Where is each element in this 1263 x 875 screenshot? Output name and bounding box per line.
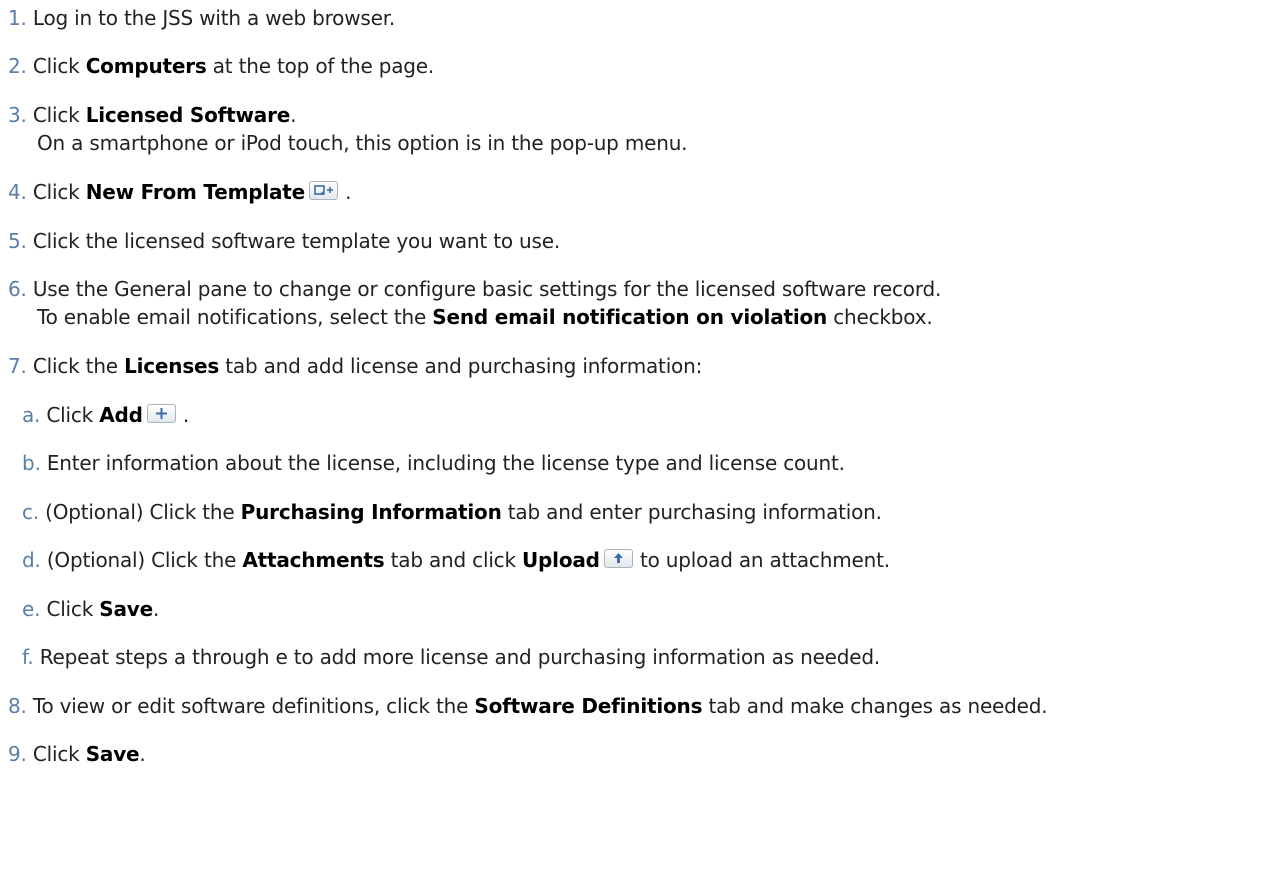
- substep-letter: f.: [22, 645, 34, 669]
- upload-arrow-icon: [603, 549, 633, 568]
- substep-letter: b.: [22, 451, 41, 475]
- step-number: 2.: [8, 54, 27, 78]
- step-text: checkbox.: [827, 305, 933, 329]
- step-1: 1. Log in to the JSS with a web browser.: [8, 4, 395, 32]
- step-8: 8. To view or edit software definitions,…: [8, 692, 1048, 720]
- step-number: 5.: [8, 229, 27, 253]
- step-text: Click: [32, 103, 86, 127]
- step-7: 7. Click the Licenses tab and add licens…: [8, 352, 702, 380]
- substep-letter: c.: [22, 500, 39, 524]
- step-text: Use the General pane to change or config…: [32, 277, 942, 301]
- procedure-document: 1. Log in to the JSS with a web browser.…: [0, 0, 1263, 875]
- step-number: 4.: [8, 180, 27, 204]
- step-5: 5. Click the licensed software template …: [8, 227, 560, 255]
- step-3-note: On a smartphone or iPod touch, this opti…: [37, 131, 688, 155]
- step-9: 9. Click Save.: [8, 740, 146, 768]
- substep-c: c. (Optional) Click the Purchasing Infor…: [22, 498, 882, 526]
- step-3: 3. Click Licensed Software.: [8, 101, 296, 129]
- step-number: 3.: [8, 103, 27, 127]
- substep-letter: a.: [22, 403, 41, 427]
- add-plus-icon: [146, 404, 176, 423]
- step-text: tab and add license and purchasing infor…: [219, 354, 703, 378]
- step-text: (Optional) Click the: [45, 500, 241, 524]
- step-text: Repeat steps a through e to add more lic…: [39, 645, 881, 669]
- substep-letter: e.: [22, 597, 41, 621]
- step-number: 1.: [8, 6, 27, 30]
- step-text: Click the: [32, 354, 125, 378]
- ui-term-upload: Upload: [522, 548, 600, 572]
- step-text: .: [139, 742, 146, 766]
- step-4: 4. Click New From Template .: [8, 178, 352, 206]
- ui-term-software-definitions: Software Definitions: [474, 694, 703, 718]
- step-text: To enable email notifications, select th…: [37, 305, 433, 329]
- step-text: Enter information about the license, inc…: [46, 451, 845, 475]
- step-text: Click: [46, 403, 100, 427]
- ui-term-licensed-software: Licensed Software: [85, 103, 291, 127]
- step-text: at the top of the page.: [206, 54, 435, 78]
- ui-term-send-email-notification: Send email notification on violation: [432, 305, 828, 329]
- step-text: tab and make changes as needed.: [702, 694, 1048, 718]
- substep-e: e. Click Save.: [22, 595, 159, 623]
- ui-term-add: Add: [99, 403, 143, 427]
- step-text: .: [339, 180, 352, 204]
- step-text: Click: [46, 597, 100, 621]
- ui-term-attachments: Attachments: [242, 548, 385, 572]
- step-text: tab and click: [384, 548, 523, 572]
- step-number: 9.: [8, 742, 27, 766]
- ui-term-new-from-template: New From Template: [85, 180, 306, 204]
- step-number: 7.: [8, 354, 27, 378]
- step-text: .: [290, 103, 297, 127]
- ui-term-licenses: Licenses: [124, 354, 220, 378]
- substep-b: b. Enter information about the license, …: [22, 449, 845, 477]
- step-text: To view or edit software definitions, cl…: [32, 694, 475, 718]
- step-text: Click the licensed software template you…: [32, 229, 560, 253]
- step-number: 8.: [8, 694, 27, 718]
- ui-term-computers: Computers: [85, 54, 207, 78]
- substep-a: a. Click Add .: [22, 401, 189, 429]
- step-text: Log in to the JSS with a web browser.: [32, 6, 396, 30]
- step-2: 2. Click Computers at the top of the pag…: [8, 52, 434, 80]
- step-text: .: [176, 403, 190, 427]
- new-from-template-icon: [309, 181, 339, 200]
- substep-letter: d.: [22, 548, 41, 572]
- step-text: Click: [32, 54, 86, 78]
- ui-term-save: Save: [99, 597, 153, 621]
- step-text: to upload an attachment.: [633, 548, 890, 572]
- step-6: 6. Use the General pane to change or con…: [8, 275, 941, 303]
- step-text: Click: [32, 180, 86, 204]
- step-text: (Optional) Click the: [46, 548, 243, 572]
- ui-term-purchasing-information: Purchasing Information: [240, 500, 502, 524]
- ui-term-save: Save: [85, 742, 140, 766]
- step-text: .: [152, 597, 160, 621]
- substep-d: d. (Optional) Click the Attachments tab …: [22, 546, 890, 574]
- substep-f: f. Repeat steps a through e to add more …: [22, 643, 880, 671]
- step-text: Click: [32, 742, 86, 766]
- step-number: 6.: [8, 277, 27, 301]
- step-6-note: To enable email notifications, select th…: [37, 303, 933, 331]
- step-text: tab and enter purchasing information.: [501, 500, 882, 524]
